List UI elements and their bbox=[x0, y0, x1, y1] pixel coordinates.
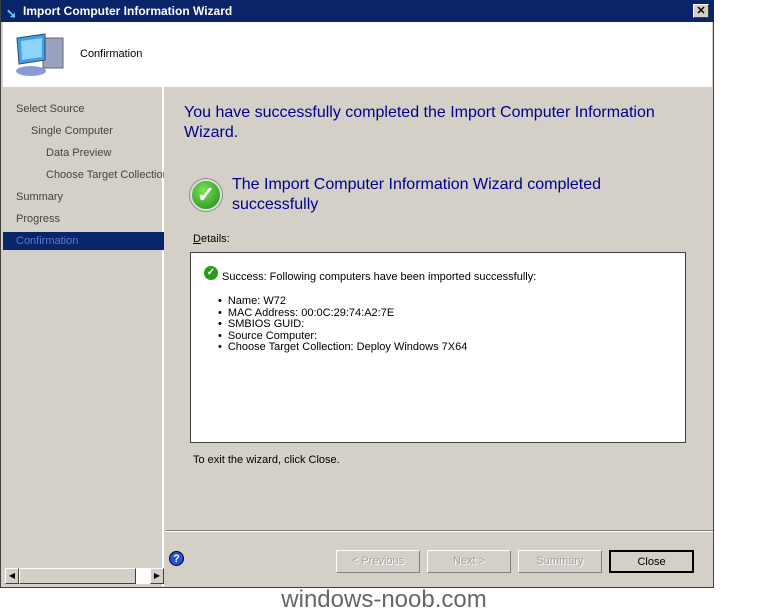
step-summary[interactable]: Summary bbox=[3, 188, 164, 206]
page-title: Confirmation bbox=[80, 48, 143, 60]
detail-name: Name: W72 bbox=[218, 295, 467, 308]
exit-instruction: To exit the wizard, click Close. bbox=[193, 454, 340, 466]
step-progress[interactable]: Progress bbox=[3, 210, 164, 228]
step-choose-target-collection[interactable]: Choose Target Collection bbox=[3, 166, 164, 184]
footer-divider bbox=[166, 530, 713, 532]
window-title: Import Computer Information Wizard bbox=[23, 4, 233, 18]
scroll-thumb[interactable] bbox=[19, 568, 136, 584]
details-label: Details: bbox=[193, 233, 230, 245]
step-single-computer[interactable]: Single Computer bbox=[3, 122, 164, 140]
wizard-window: ➘ Import Computer Information Wizard ✕ C… bbox=[0, 0, 714, 588]
summary-button[interactable]: Summary bbox=[518, 550, 602, 573]
main-content: You have successfully completed the Impo… bbox=[166, 87, 713, 530]
detail-smbios-guid: SMBIOS GUID: bbox=[218, 318, 467, 331]
next-button[interactable]: Next > bbox=[427, 550, 511, 573]
details-box[interactable]: ✓ Success: Following computers have been… bbox=[190, 252, 686, 443]
details-label-text: etails: bbox=[200, 233, 230, 245]
step-confirmation[interactable]: Confirmation bbox=[3, 232, 164, 250]
watermark: windows-noob.com bbox=[281, 586, 487, 613]
title-bar: ➘ Import Computer Information Wizard ✕ bbox=[1, 0, 714, 22]
step-select-source[interactable]: Select Source bbox=[3, 100, 164, 118]
previous-button[interactable]: < Previous bbox=[336, 550, 420, 573]
close-window-button[interactable]: ✕ bbox=[693, 4, 709, 18]
success-message: Success: Following computers have been i… bbox=[222, 271, 537, 283]
step-data-preview[interactable]: Data Preview bbox=[3, 144, 164, 162]
success-small-check-icon: ✓ bbox=[204, 266, 218, 280]
completion-headline: You have successfully completed the Impo… bbox=[184, 104, 655, 141]
computer-icon bbox=[16, 33, 64, 76]
close-button[interactable]: Close bbox=[609, 550, 694, 573]
scroll-right-button[interactable]: ▶ bbox=[150, 568, 164, 584]
success-check-icon: ✓ bbox=[190, 179, 222, 211]
imported-computer-details: Name: W72 MAC Address: 00:0C:29:74:A2:7E… bbox=[218, 295, 467, 354]
detail-target-collection: Choose Target Collection: Deploy Windows… bbox=[218, 341, 467, 354]
help-icon[interactable]: ? bbox=[169, 551, 184, 566]
wizard-steps-sidebar: Select Source Single Computer Data Previ… bbox=[3, 87, 164, 586]
completion-status: The Import Computer Information Wizard c… bbox=[232, 176, 602, 213]
wizard-header: Confirmation bbox=[3, 22, 712, 87]
horizontal-scrollbar[interactable]: ◀ ▶ bbox=[5, 568, 164, 584]
scroll-left-button[interactable]: ◀ bbox=[5, 568, 19, 584]
